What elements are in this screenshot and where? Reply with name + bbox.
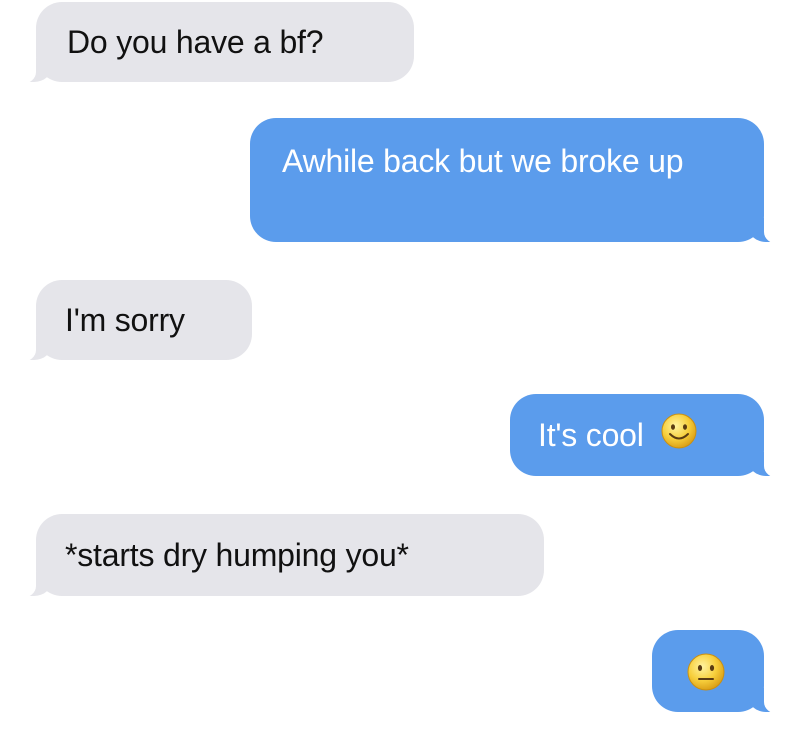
- message-text: Do you have a bf?: [67, 24, 324, 60]
- incoming-message: Do you have a bf?: [14, 2, 414, 84]
- message-text: I'm sorry: [65, 302, 185, 338]
- incoming-message: I'm sorry: [14, 280, 252, 362]
- outgoing-message: It's cool: [510, 394, 786, 478]
- outgoing-message: Awhile back but we broke up: [250, 118, 786, 244]
- message-text: *starts dry humping you*: [65, 537, 409, 573]
- message-text: It's cool: [538, 417, 644, 453]
- smiling-face-icon: [660, 412, 698, 458]
- outgoing-message: [652, 630, 786, 714]
- neutral-face-icon: [686, 652, 726, 700]
- incoming-message: *starts dry humping you*: [14, 514, 544, 598]
- message-text: Awhile back but we broke up: [282, 143, 684, 179]
